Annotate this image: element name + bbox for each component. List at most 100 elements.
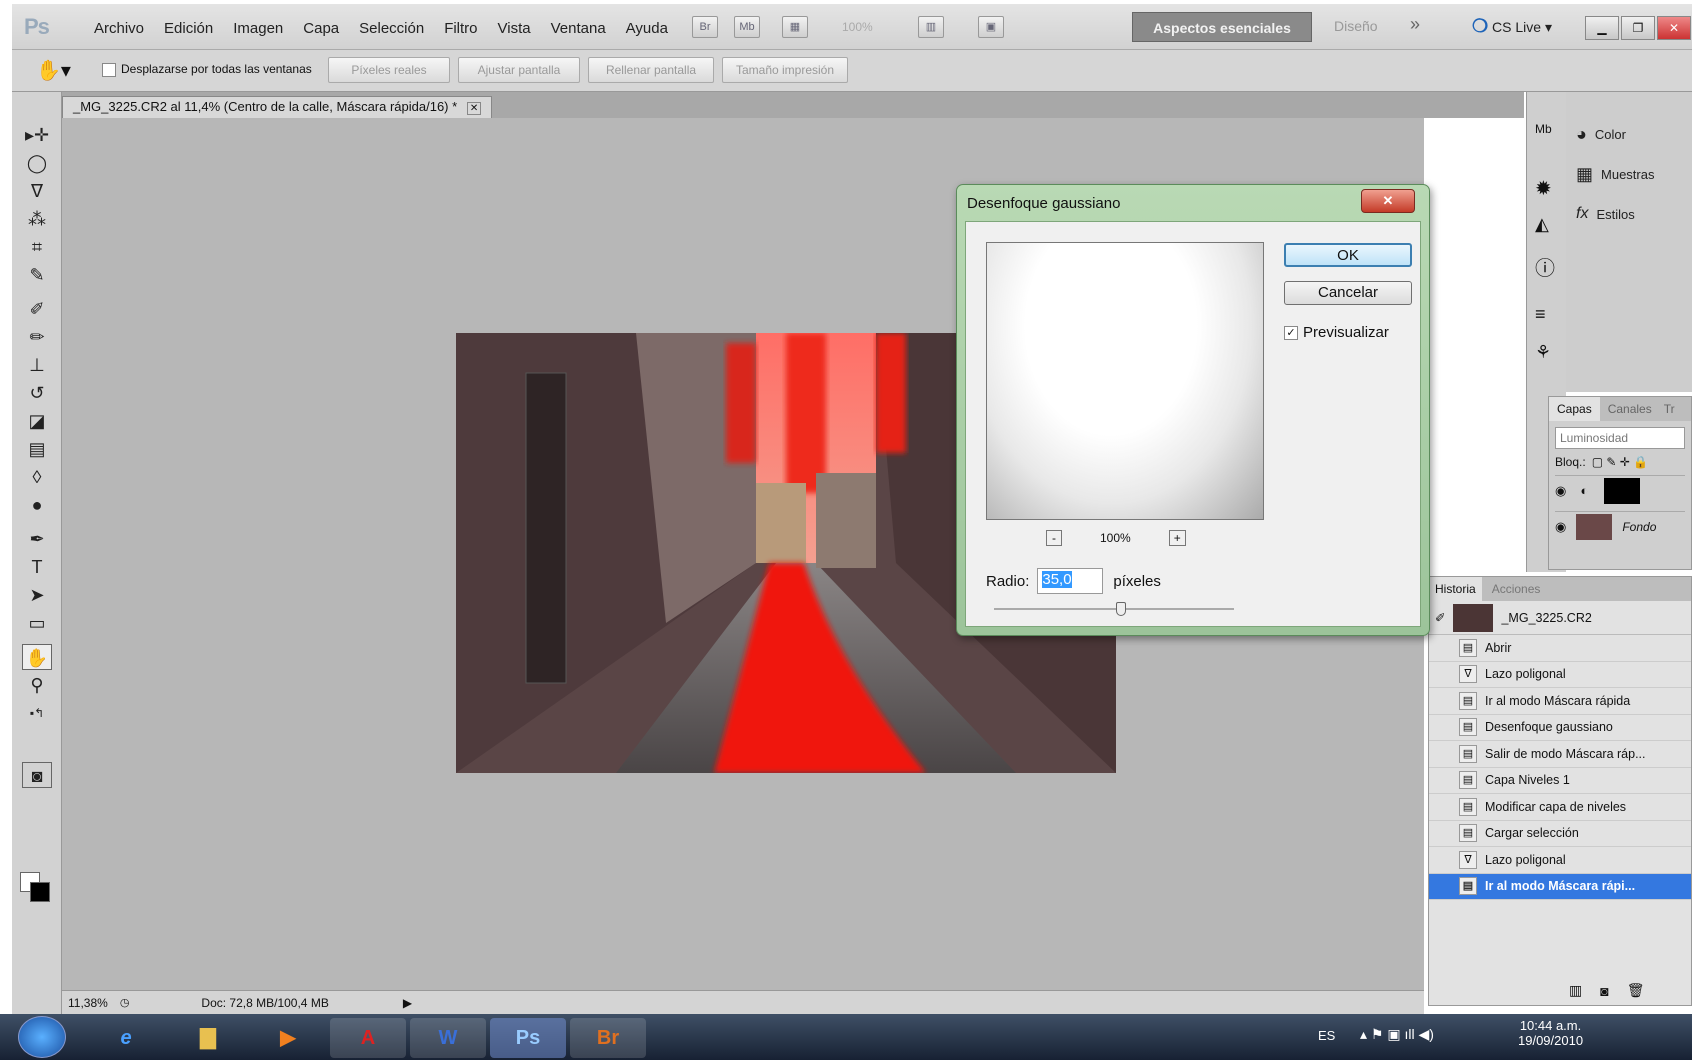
- preview-checkbox[interactable]: ✓ Previsualizar: [1284, 324, 1389, 341]
- preview-checkbox-box[interactable]: ✓: [1284, 325, 1298, 340]
- history-brush-tool-icon[interactable]: ↺: [22, 380, 52, 406]
- arrange-documents-icon[interactable]: ▥: [918, 16, 944, 38]
- gradient-tool-icon[interactable]: ▤: [22, 436, 52, 462]
- history-step[interactable]: ▤ Salir de modo Máscara ráp...: [1429, 741, 1691, 768]
- zoom-in-button[interactable]: +: [1168, 530, 1186, 546]
- checkbox-box[interactable]: [102, 62, 116, 77]
- swatches-panel-item[interactable]: ▦ Muestras: [1576, 154, 1654, 194]
- healing-brush-tool-icon[interactable]: ✐: [22, 296, 52, 322]
- start-button-icon[interactable]: [18, 1016, 66, 1058]
- radius-slider-track[interactable]: [994, 608, 1234, 610]
- menu-imagen[interactable]: Imagen: [223, 16, 293, 41]
- bridge-taskbar-icon[interactable]: Br: [570, 1018, 646, 1058]
- close-tab-icon[interactable]: ✕: [466, 102, 482, 115]
- info-panel-icon[interactable]: ⓘ: [1535, 252, 1555, 281]
- tab-acciones[interactable]: Acciones: [1482, 582, 1551, 596]
- cs-live-menu[interactable]: ❍ CS Live ▾: [1472, 16, 1552, 37]
- lock-icons[interactable]: ▢ ✎ ✛ 🔒: [1592, 455, 1648, 469]
- delete-state-icon[interactable]: 🗑: [1627, 982, 1645, 999]
- tab-trazados[interactable]: Tr: [1660, 402, 1679, 416]
- document-tab[interactable]: _MG_3225.CR2 al 11,4% (Centro de la call…: [62, 96, 493, 118]
- workspace-button-design[interactable]: Diseño: [1334, 18, 1378, 34]
- swap-colors-icon[interactable]: ▪↰: [22, 700, 52, 726]
- bridge-launch-button[interactable]: Br: [692, 16, 718, 38]
- view-extras-icon[interactable]: ▦: [782, 16, 808, 38]
- status-menu-arrow-icon[interactable]: ▶: [403, 996, 412, 1010]
- history-step[interactable]: ▤ Cargar selección: [1429, 821, 1691, 847]
- history-step[interactable]: ▤ Desenfoque gaussiano: [1429, 715, 1691, 741]
- screen-mode-icon[interactable]: ▣: [978, 16, 1004, 38]
- snapshot-brush-icon[interactable]: ✐: [1435, 610, 1445, 625]
- workspace-button-essentials[interactable]: Aspectos esenciales: [1132, 12, 1312, 42]
- print-size-button[interactable]: Tamaño impresión: [722, 57, 848, 83]
- language-indicator[interactable]: ES: [1318, 1028, 1335, 1043]
- blur-tool-icon[interactable]: ◊: [22, 464, 52, 490]
- zoom-level-menu[interactable]: 100%: [842, 20, 873, 34]
- background-color-swatch[interactable]: [30, 882, 50, 902]
- styles-panel-item[interactable]: fx Estilos: [1576, 194, 1635, 234]
- cancel-button[interactable]: Cancelar: [1284, 281, 1412, 305]
- brush-tool-icon[interactable]: ✏: [22, 324, 52, 350]
- eraser-tool-icon[interactable]: ◪: [22, 408, 52, 434]
- ok-button[interactable]: OK: [1284, 243, 1412, 267]
- lasso-tool-icon[interactable]: ᐁ: [22, 178, 52, 204]
- menu-archivo[interactable]: Archivo: [84, 16, 154, 41]
- layer-visibility-icon[interactable]: ◉: [1555, 483, 1566, 499]
- new-snapshot-icon[interactable]: ◙: [1600, 983, 1608, 999]
- explorer-folder-icon[interactable]: ▇: [170, 1018, 246, 1058]
- menu-vista[interactable]: Vista: [488, 16, 541, 41]
- fit-screen-button[interactable]: Ajustar pantalla: [458, 57, 580, 83]
- blend-mode-select[interactable]: Luminosidad: [1555, 427, 1685, 449]
- menu-ventana[interactable]: Ventana: [541, 16, 616, 41]
- tab-canales[interactable]: Canales: [1600, 402, 1660, 416]
- stamp-tool-icon[interactable]: ⊥: [22, 352, 52, 378]
- adjustments-panel-icon[interactable]: ✹: [1535, 176, 1552, 201]
- zoom-out-button[interactable]: -: [1046, 530, 1062, 546]
- blur-preview-area[interactable]: [986, 242, 1264, 520]
- history-step[interactable]: ᐁ Lazo poligonal: [1429, 847, 1691, 874]
- tray-icons[interactable]: ▴ ⚑ ▣ ıll ◀): [1360, 1026, 1434, 1043]
- clock[interactable]: 10:44 a.m. 19/09/2010: [1518, 1018, 1583, 1048]
- pen-tool-icon[interactable]: ✒: [22, 526, 52, 552]
- history-step-selected[interactable]: ▤ Ir al modo Máscara rápi...: [1429, 873, 1691, 900]
- move-tool-icon[interactable]: ▸✛: [22, 122, 52, 148]
- close-icon[interactable]: ✕: [1657, 16, 1691, 40]
- more-workspaces-icon[interactable]: »: [1410, 14, 1420, 35]
- color-panel-item[interactable]: ◕ Color: [1576, 114, 1626, 154]
- scroll-all-windows-checkbox[interactable]: Desplazarse por todas las ventanas: [102, 62, 312, 77]
- photoshop-taskbar-icon[interactable]: Ps: [490, 1018, 566, 1058]
- radius-slider-handle[interactable]: [1116, 602, 1126, 616]
- dialog-close-icon[interactable]: ✕: [1361, 189, 1415, 213]
- layer-visibility-icon-fondo[interactable]: ◉: [1555, 519, 1566, 535]
- zoom-percentage-field[interactable]: 11,38%: [68, 996, 108, 1010]
- path-selection-tool-icon[interactable]: ➤: [22, 582, 52, 608]
- history-step[interactable]: ▤ Capa Niveles 1: [1429, 768, 1691, 794]
- minibridge-button[interactable]: Mb: [734, 16, 760, 38]
- quick-selection-tool-icon[interactable]: ⁂: [22, 206, 52, 232]
- tab-historia[interactable]: Historia: [1429, 577, 1482, 601]
- quick-mask-icon[interactable]: ◙: [22, 762, 52, 788]
- menu-ayuda[interactable]: Ayuda: [616, 16, 678, 41]
- history-step[interactable]: ▤ Modificar capa de niveles: [1429, 794, 1691, 821]
- history-step[interactable]: ▤ Ir al modo Máscara rápida: [1429, 688, 1691, 715]
- hand-tool-preset-icon[interactable]: ✋▾: [36, 58, 71, 83]
- menu-edicion[interactable]: Edición: [154, 16, 223, 41]
- internet-explorer-icon[interactable]: e: [88, 1018, 164, 1058]
- shape-tool-icon[interactable]: ▭: [22, 610, 52, 636]
- clone-source-panel-icon[interactable]: ⚘: [1535, 342, 1551, 363]
- fill-screen-button[interactable]: Rellenar pantalla: [588, 57, 714, 83]
- type-tool-icon[interactable]: T: [22, 554, 52, 580]
- tab-capas[interactable]: Capas: [1549, 397, 1600, 421]
- status-info-icon[interactable]: ◷: [120, 996, 130, 1009]
- menu-seleccion[interactable]: Selección: [349, 16, 434, 41]
- marquee-tool-icon[interactable]: ◯: [22, 150, 52, 176]
- menu-capa[interactable]: Capa: [293, 16, 349, 41]
- dodge-tool-icon[interactable]: ●: [22, 492, 52, 518]
- minimize-icon[interactable]: ▁: [1585, 16, 1619, 40]
- eyedropper-tool-icon[interactable]: ✎: [22, 262, 52, 288]
- radius-input[interactable]: 35,0: [1037, 568, 1104, 594]
- minibridge-panel-icon[interactable]: Mb: [1535, 122, 1552, 136]
- menu-filtro[interactable]: Filtro: [434, 16, 487, 41]
- word-icon[interactable]: W: [410, 1018, 486, 1058]
- new-document-from-state-icon[interactable]: ▥: [1569, 982, 1582, 999]
